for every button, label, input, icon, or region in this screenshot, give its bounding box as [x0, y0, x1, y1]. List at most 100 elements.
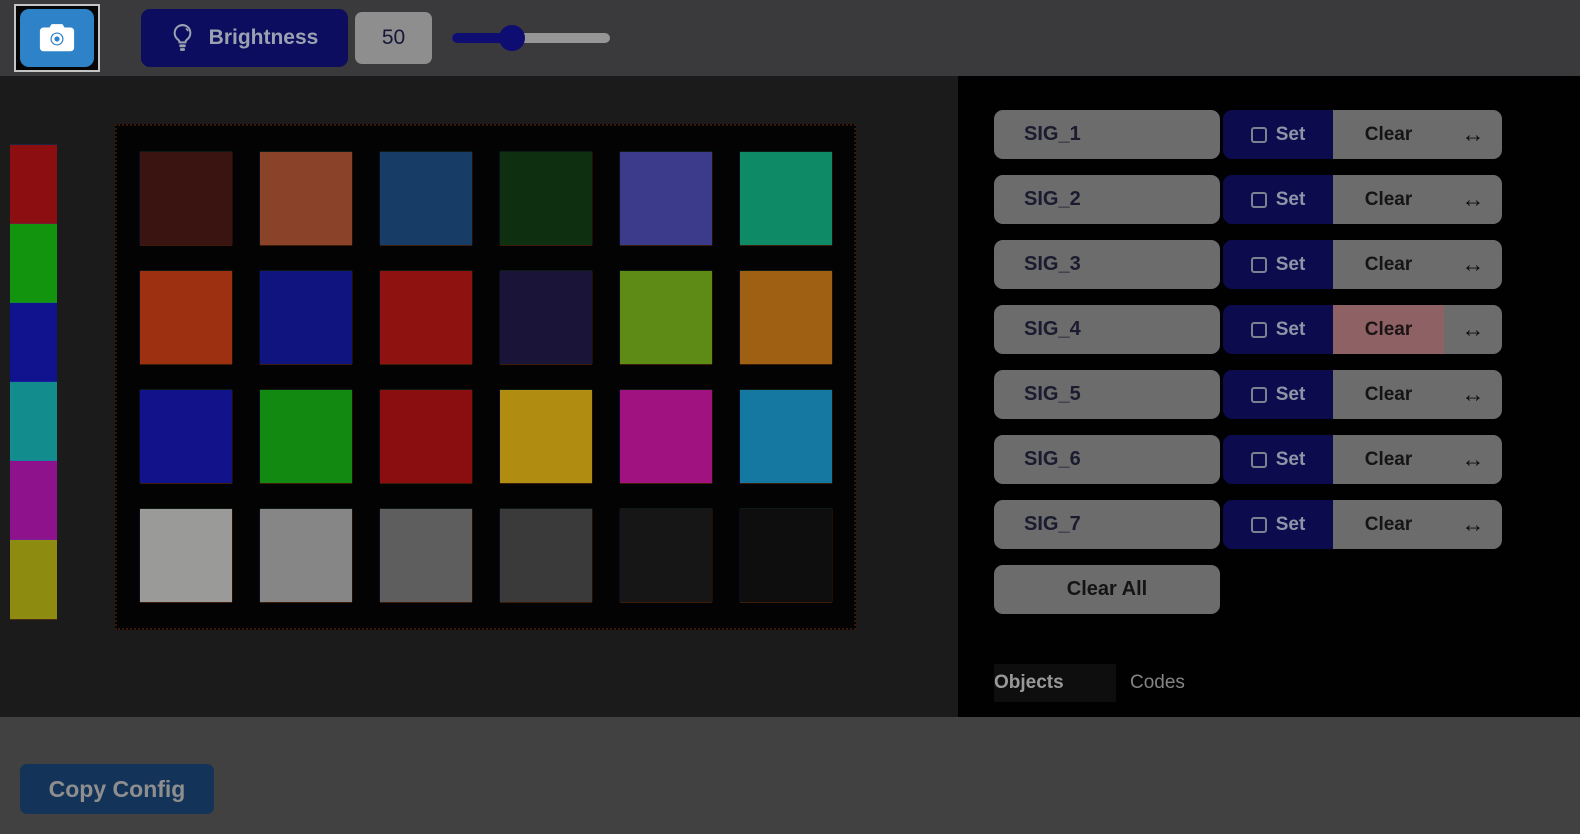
checkbox-icon — [1251, 387, 1267, 403]
clear-button[interactable]: Clear — [1333, 370, 1444, 419]
color-patch — [740, 390, 832, 483]
tab-codes[interactable]: Codes — [1116, 664, 1185, 702]
set-label: Set — [1276, 514, 1306, 536]
slider-track[interactable] — [452, 33, 610, 43]
copy-config-button[interactable]: Copy Config — [20, 764, 214, 814]
signal-controls: Set Clear ↔ — [1223, 435, 1502, 484]
set-label: Set — [1276, 189, 1306, 211]
checkbox-icon — [1251, 127, 1267, 143]
color-patch — [380, 152, 472, 245]
set-label: Set — [1276, 449, 1306, 471]
strip-color-block — [10, 461, 57, 540]
signal-name-field[interactable]: SIG_5 — [994, 370, 1220, 419]
signal-name-field[interactable]: SIG_1 — [994, 110, 1220, 159]
brightness-label: Brightness — [209, 26, 319, 50]
set-button[interactable]: Set — [1223, 240, 1333, 289]
signal-name-field[interactable]: SIG_7 — [994, 500, 1220, 549]
signal-row-sig7: SIG_7 Set Clear ↔ — [994, 500, 1502, 549]
bottom-bar: Copy Config — [0, 717, 1580, 834]
clear-button[interactable]: Clear — [1333, 175, 1444, 224]
app-window: Brightness 50 SIG_1 Set Clear ↔ — [0, 0, 1580, 834]
set-button[interactable]: Set — [1223, 175, 1333, 224]
clear-button[interactable]: Clear — [1333, 110, 1444, 159]
resize-arrow-icon[interactable]: ↔ — [1444, 500, 1502, 549]
camera-icon — [38, 22, 76, 54]
color-patch — [740, 509, 832, 602]
signal-row-sig1: SIG_1 Set Clear ↔ — [994, 110, 1502, 159]
signal-controls: Set Clear ↔ — [1223, 110, 1502, 159]
slider-thumb[interactable] — [499, 25, 525, 51]
color-patch — [500, 271, 592, 364]
signal-name-field[interactable]: SIG_4 — [994, 305, 1220, 354]
color-checker-chart — [115, 124, 856, 630]
lightbulb-icon — [171, 22, 194, 54]
resize-arrow-icon[interactable]: ↔ — [1444, 370, 1502, 419]
resize-arrow-icon[interactable]: ↔ — [1444, 435, 1502, 484]
signal-name-field[interactable]: SIG_2 — [994, 175, 1220, 224]
set-button[interactable]: Set — [1223, 110, 1333, 159]
panel-tabs: Objects Codes — [994, 664, 1580, 702]
signal-row-sig3: SIG_3 Set Clear ↔ — [994, 240, 1502, 289]
set-label: Set — [1276, 319, 1306, 341]
color-patch — [740, 271, 832, 364]
set-button[interactable]: Set — [1223, 500, 1333, 549]
color-patch — [380, 271, 472, 364]
strip-color-block — [10, 382, 57, 461]
clear-button[interactable]: Clear — [1333, 435, 1444, 484]
signal-row-sig2: SIG_2 Set Clear ↔ — [994, 175, 1502, 224]
set-button[interactable]: Set — [1223, 305, 1333, 354]
signal-controls: Set Clear ↔ — [1223, 370, 1502, 419]
resize-arrow-icon[interactable]: ↔ — [1444, 175, 1502, 224]
camera-button-surface — [20, 9, 94, 67]
signal-row-sig5: SIG_5 Set Clear ↔ — [994, 370, 1502, 419]
color-strip — [10, 145, 57, 619]
camera-capture-button[interactable] — [14, 4, 100, 72]
color-patch — [740, 152, 832, 245]
checkbox-icon — [1251, 517, 1267, 533]
color-patch — [140, 390, 232, 483]
brightness-button[interactable]: Brightness — [141, 9, 348, 67]
strip-color-block — [10, 540, 57, 619]
signal-name-field[interactable]: SIG_3 — [994, 240, 1220, 289]
resize-arrow-icon[interactable]: ↔ — [1444, 305, 1502, 354]
checkbox-icon — [1251, 322, 1267, 338]
signal-controls: Set Clear ↔ — [1223, 240, 1502, 289]
signal-row-sig4: SIG_4 Set Clear ↔ — [994, 305, 1502, 354]
clear-button[interactable]: Clear — [1333, 305, 1444, 354]
set-label: Set — [1276, 254, 1306, 276]
clear-all-button[interactable]: Clear All — [994, 565, 1220, 614]
color-patch — [140, 152, 232, 245]
color-patch — [260, 390, 352, 483]
set-button[interactable]: Set — [1223, 435, 1333, 484]
set-label: Set — [1276, 384, 1306, 406]
strip-color-block — [10, 224, 57, 303]
clear-button[interactable]: Clear — [1333, 500, 1444, 549]
color-patch — [260, 271, 352, 364]
color-patch — [260, 509, 352, 602]
color-patch — [620, 390, 712, 483]
color-patch — [260, 152, 352, 245]
brightness-slider[interactable] — [452, 24, 610, 52]
signal-controls: Set Clear ↔ — [1223, 305, 1502, 354]
color-patch — [620, 152, 712, 245]
toolbar: Brightness 50 — [0, 0, 1580, 76]
color-patch — [140, 509, 232, 602]
color-patch — [500, 509, 592, 602]
tab-objects[interactable]: Objects — [994, 664, 1116, 702]
clear-button[interactable]: Clear — [1333, 240, 1444, 289]
checkbox-icon — [1251, 452, 1267, 468]
brightness-value[interactable]: 50 — [355, 12, 432, 64]
set-label: Set — [1276, 124, 1306, 146]
set-button[interactable]: Set — [1223, 370, 1333, 419]
color-patch — [620, 509, 712, 602]
resize-arrow-icon[interactable]: ↔ — [1444, 110, 1502, 159]
signals-panel: SIG_1 Set Clear ↔ SIG_2 Set Clear ↔ SIG_… — [958, 76, 1580, 717]
signal-controls: Set Clear ↔ — [1223, 500, 1502, 549]
checkbox-icon — [1251, 257, 1267, 273]
signal-name-field[interactable]: SIG_6 — [994, 435, 1220, 484]
color-patch — [620, 271, 712, 364]
resize-arrow-icon[interactable]: ↔ — [1444, 240, 1502, 289]
color-patch — [140, 271, 232, 364]
color-patch — [500, 152, 592, 245]
signal-controls: Set Clear ↔ — [1223, 175, 1502, 224]
